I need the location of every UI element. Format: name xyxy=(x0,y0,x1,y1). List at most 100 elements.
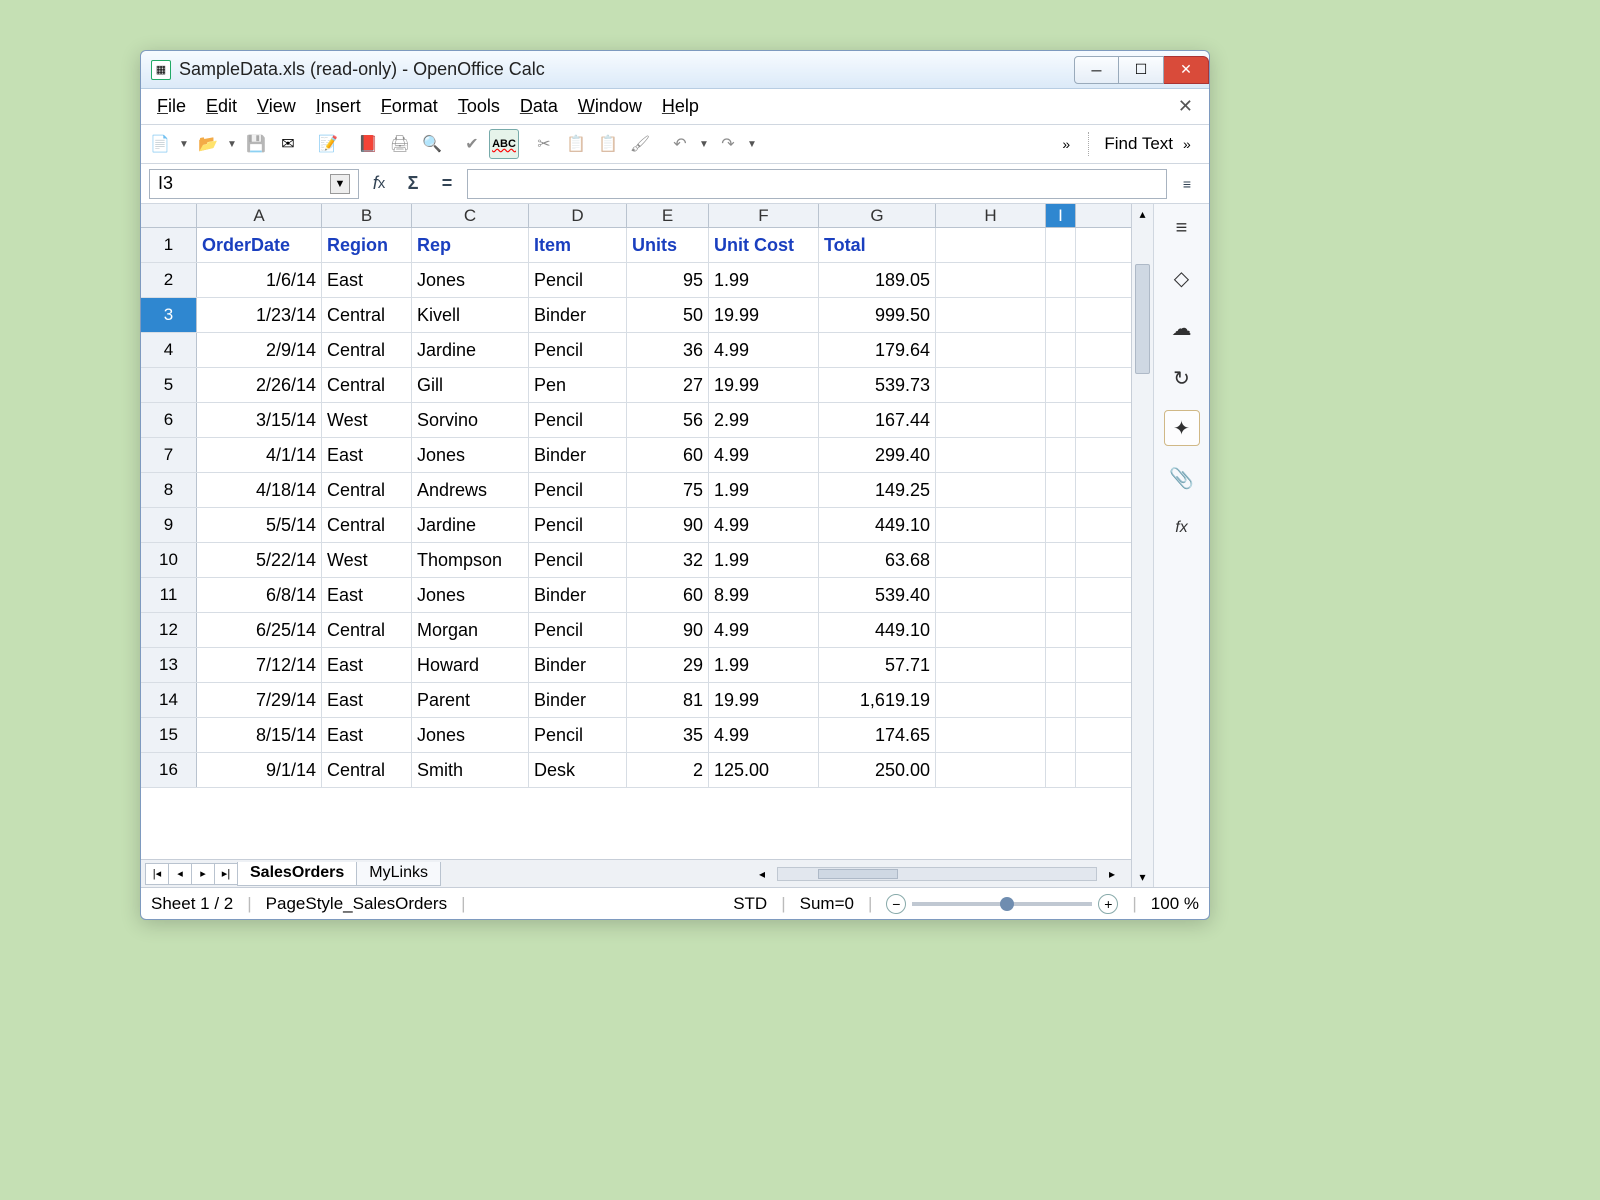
cell[interactable]: Jones xyxy=(412,438,529,472)
find-overflow-icon[interactable]: » xyxy=(1183,136,1205,152)
cloud-icon[interactable]: ☁ xyxy=(1164,310,1200,346)
cell[interactable]: 63.68 xyxy=(819,543,936,577)
select-all-corner[interactable] xyxy=(141,204,197,227)
formula-bar-expand-icon[interactable]: ≡ xyxy=(1173,170,1201,198)
email-icon[interactable]: ✉ xyxy=(273,129,303,159)
cell[interactable]: 1.99 xyxy=(709,648,819,682)
format-paint-icon[interactable]: 🖌 xyxy=(625,129,655,159)
col-header-I[interactable]: I xyxy=(1046,204,1076,227)
table-row[interactable]: 158/15/14EastJonesPencil354.99174.65 xyxy=(141,718,1131,753)
row-header[interactable]: 6 xyxy=(141,403,197,437)
print-icon[interactable]: 🖨 xyxy=(385,129,415,159)
cell[interactable]: 29 xyxy=(627,648,709,682)
col-header-H[interactable]: H xyxy=(936,204,1046,227)
zoom-slider[interactable]: − + xyxy=(886,894,1118,914)
cell[interactable]: Central xyxy=(322,333,412,367)
close-doc-button[interactable]: ✕ xyxy=(1168,94,1203,119)
tab-nav-next-icon[interactable]: ▸ xyxy=(191,863,215,885)
cube-icon[interactable]: ◇ xyxy=(1164,260,1200,296)
cell[interactable] xyxy=(936,578,1046,612)
cell[interactable]: 19.99 xyxy=(709,683,819,717)
cell[interactable]: 449.10 xyxy=(819,613,936,647)
cell[interactable] xyxy=(1046,508,1076,542)
cell[interactable]: 95 xyxy=(627,263,709,297)
cell[interactable]: 9/1/14 xyxy=(197,753,322,787)
tab-nav-prev-icon[interactable]: ◂ xyxy=(168,863,192,885)
header-cell[interactable]: Unit Cost xyxy=(709,228,819,262)
undo-icon[interactable]: ↶ xyxy=(665,129,695,159)
cell[interactable]: Central xyxy=(322,298,412,332)
cell[interactable]: 56 xyxy=(627,403,709,437)
header-cell[interactable]: Item xyxy=(529,228,627,262)
header-cell[interactable]: Rep xyxy=(412,228,529,262)
autospell-icon[interactable]: ABC xyxy=(489,129,519,159)
col-header-E[interactable]: E xyxy=(627,204,709,227)
name-box[interactable]: I3 ▼ xyxy=(149,169,359,199)
cell[interactable]: East xyxy=(322,683,412,717)
cell[interactable]: Central xyxy=(322,473,412,507)
cell[interactable] xyxy=(1046,333,1076,367)
new-icon[interactable]: 📄 xyxy=(145,129,175,159)
cell[interactable]: East xyxy=(322,578,412,612)
close-button[interactable]: ✕ xyxy=(1164,56,1209,84)
cell[interactable]: 60 xyxy=(627,438,709,472)
cell[interactable]: 19.99 xyxy=(709,298,819,332)
col-header-A[interactable]: A xyxy=(197,204,322,227)
pdf-icon[interactable]: 📕 xyxy=(353,129,383,159)
cell[interactable]: Andrews xyxy=(412,473,529,507)
cell[interactable]: 2/26/14 xyxy=(197,368,322,402)
cell[interactable]: 27 xyxy=(627,368,709,402)
tab-nav-last-icon[interactable]: ▸| xyxy=(214,863,238,885)
cell[interactable]: 1.99 xyxy=(709,543,819,577)
header-cell[interactable]: Total xyxy=(819,228,936,262)
table-row[interactable]: 169/1/14CentralSmithDesk2125.00250.00 xyxy=(141,753,1131,788)
cell[interactable]: Pencil xyxy=(529,473,627,507)
cell[interactable]: 125.00 xyxy=(709,753,819,787)
row-header[interactable]: 11 xyxy=(141,578,197,612)
cell[interactable]: 1/23/14 xyxy=(197,298,322,332)
row-header[interactable]: 3 xyxy=(141,298,197,332)
row-header[interactable]: 9 xyxy=(141,508,197,542)
table-row[interactable]: 74/1/14EastJonesBinder604.99299.40 xyxy=(141,438,1131,473)
cell[interactable]: Parent xyxy=(412,683,529,717)
cell[interactable]: 174.65 xyxy=(819,718,936,752)
cell[interactable] xyxy=(936,473,1046,507)
navigator-icon[interactable]: ✦ xyxy=(1164,410,1200,446)
sheet-tab-salesorders[interactable]: SalesOrders xyxy=(237,862,357,886)
new-icon-dropdown[interactable]: ▼ xyxy=(177,139,191,150)
sum-icon[interactable]: Σ xyxy=(399,170,427,198)
cell[interactable]: Central xyxy=(322,753,412,787)
cell[interactable] xyxy=(1046,298,1076,332)
redo-icon-dropdown[interactable]: ▼ xyxy=(745,139,759,150)
cell[interactable] xyxy=(936,438,1046,472)
cell[interactable] xyxy=(936,718,1046,752)
cell[interactable] xyxy=(936,683,1046,717)
col-header-G[interactable]: G xyxy=(819,204,936,227)
cell[interactable]: Pencil xyxy=(529,403,627,437)
cell[interactable]: Kivell xyxy=(412,298,529,332)
menu-edit[interactable]: Edit xyxy=(196,92,247,121)
minimize-button[interactable]: ─ xyxy=(1074,56,1119,84)
paste-icon[interactable]: 📋 xyxy=(593,129,623,159)
cell[interactable] xyxy=(1046,613,1076,647)
save-icon[interactable]: 💾 xyxy=(241,129,271,159)
cell[interactable] xyxy=(936,613,1046,647)
cell[interactable]: Central xyxy=(322,613,412,647)
table-row[interactable]: 147/29/14EastParentBinder8119.991,619.19 xyxy=(141,683,1131,718)
cell[interactable]: 5/22/14 xyxy=(197,543,322,577)
cell[interactable]: 1,619.19 xyxy=(819,683,936,717)
find-text-label[interactable]: Find Text xyxy=(1098,134,1179,154)
cell[interactable]: Pencil xyxy=(529,543,627,577)
cell[interactable]: 81 xyxy=(627,683,709,717)
cell[interactable] xyxy=(936,298,1046,332)
cell[interactable]: East xyxy=(322,263,412,297)
cell[interactable]: 449.10 xyxy=(819,508,936,542)
cell[interactable]: Central xyxy=(322,508,412,542)
table-row[interactable]: 116/8/14EastJonesBinder608.99539.40 xyxy=(141,578,1131,613)
cell[interactable]: Binder xyxy=(529,578,627,612)
cell[interactable]: Binder xyxy=(529,648,627,682)
table-row[interactable]: 95/5/14CentralJardinePencil904.99449.10 xyxy=(141,508,1131,543)
header-row[interactable]: 1OrderDateRegionRepItemUnitsUnit CostTot… xyxy=(141,228,1131,263)
col-header-D[interactable]: D xyxy=(529,204,627,227)
row-header[interactable]: 13 xyxy=(141,648,197,682)
